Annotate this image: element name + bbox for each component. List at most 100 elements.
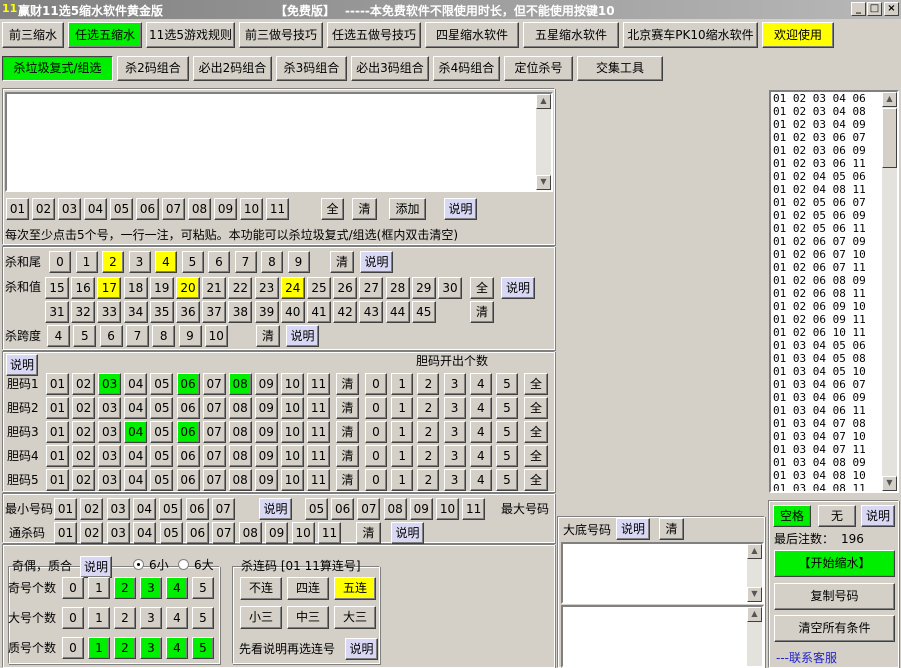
dan3-count-3[interactable]: 3 [443,421,466,443]
kill-sum-18[interactable]: 18 [123,277,148,299]
sub-tab-7[interactable]: 交集工具 [577,56,663,81]
kill-sum-43[interactable]: 43 [359,301,384,323]
parity0-count-4[interactable]: 4 [166,577,188,599]
dan2-all-button[interactable]: 全 [524,397,548,419]
kill-tail-8[interactable]: 8 [261,251,283,273]
kill-sum-19[interactable]: 19 [149,277,174,299]
scroll-up-icon[interactable]: ▲ [536,94,551,109]
kill-sum-22[interactable]: 22 [228,277,253,299]
dan1-num-02[interactable]: 02 [72,373,96,395]
tong-sha-09[interactable]: 09 [265,522,289,544]
result-item[interactable]: 01 03 04 08 09 [771,456,881,469]
kill-span-4[interactable]: 4 [47,325,70,347]
big-base-explain-button[interactable]: 说明 [616,518,650,540]
result-item[interactable]: 01 02 03 06 07 [771,131,881,144]
result-item[interactable]: 01 02 06 07 11 [771,261,881,274]
dan5-num-08[interactable]: 08 [228,469,252,491]
kill-sum-15[interactable]: 15 [45,277,69,299]
max-code-05[interactable]: 05 [305,498,328,520]
min-code-02[interactable]: 02 [80,498,104,520]
result-item[interactable]: 01 02 04 05 06 [771,170,881,183]
kill-tail-0[interactable]: 0 [49,251,71,273]
dan3-count-5[interactable]: 5 [496,421,518,443]
result-item[interactable]: 01 02 03 04 06 [771,92,881,105]
parity0-count-0[interactable]: 0 [62,577,84,599]
dan3-num-07[interactable]: 07 [202,421,226,443]
kill-tail-4[interactable]: 4 [155,251,177,273]
input-num-04[interactable]: 04 [84,198,107,220]
dan3-num-02[interactable]: 02 [72,421,96,443]
parity2-count-2[interactable]: 2 [114,637,136,659]
dan3-clear-button[interactable]: 清 [336,421,359,443]
max-code-10[interactable]: 10 [436,498,459,520]
result-item[interactable]: 01 02 03 04 08 [771,105,881,118]
kill-sum-33[interactable]: 33 [97,301,122,323]
result-item[interactable]: 01 03 04 07 10 [771,430,881,443]
min-code-04[interactable]: 04 [132,498,156,520]
panel-explain-button[interactable]: 说明 [861,505,895,527]
min-code-explain-button[interactable]: 说明 [259,498,292,520]
parity1-count-3[interactable]: 3 [140,607,162,629]
dan2-clear-button[interactable]: 清 [336,397,359,419]
kill-sum-30[interactable]: 30 [438,277,462,299]
result-item[interactable]: 01 03 04 08 10 [771,469,881,482]
result-item[interactable]: 01 03 04 06 11 [771,404,881,417]
min-code-03[interactable]: 03 [106,498,130,520]
tong-sha-10[interactable]: 10 [291,522,315,544]
kill-tail-7[interactable]: 7 [234,251,257,273]
dan1-count-2[interactable]: 2 [417,373,440,395]
consecutive-0-1[interactable]: 四连 [287,577,329,600]
tong-sha-06[interactable]: 06 [186,522,209,544]
consecutive-1-2[interactable]: 大三 [334,606,376,629]
dan4-count-2[interactable]: 2 [417,445,440,467]
parity0-count-1[interactable]: 1 [88,577,110,599]
dan3-num-06[interactable]: 06 [176,421,200,443]
result-item[interactable]: 01 02 04 08 11 [771,183,881,196]
big-base-input-1[interactable]: ▲ ▼ [561,542,764,604]
result-item[interactable]: 01 03 04 05 10 [771,365,881,378]
kill-sum-21[interactable]: 21 [202,277,227,299]
kill-tail-5[interactable]: 5 [181,251,204,273]
contact-link[interactable]: ---联系客服 [776,651,837,665]
dan3-num-09[interactable]: 09 [254,421,278,443]
scroll-up-icon[interactable]: ▲ [882,92,897,107]
parity2-count-5[interactable]: 5 [192,637,214,659]
main-tab-4[interactable]: 任选五做号技巧 [327,22,421,48]
kill-sum-23[interactable]: 23 [254,277,279,299]
kill-sum-38[interactable]: 38 [228,301,253,323]
result-item[interactable]: 01 03 04 08 11 [771,482,881,491]
result-item[interactable]: 01 03 04 05 08 [771,352,881,365]
dan5-num-03[interactable]: 03 [98,469,122,491]
dan4-count-0[interactable]: 0 [365,445,387,467]
dan4-num-11[interactable]: 11 [307,445,330,467]
kill-sum-42[interactable]: 42 [333,301,358,323]
dan2-count-4[interactable]: 4 [469,397,492,419]
result-item[interactable]: 01 03 04 07 11 [771,443,881,456]
tong-sha-02[interactable]: 02 [80,522,104,544]
min-code-06[interactable]: 06 [185,498,209,520]
radio-big-6[interactable] [178,559,189,570]
scroll-down-icon[interactable]: ▼ [536,175,551,190]
input-num-07[interactable]: 07 [162,198,185,220]
main-tab-6[interactable]: 五星缩水软件 [523,22,619,48]
consecutive-0-0[interactable]: 不连 [240,577,282,600]
input-clear-button[interactable]: 清 [352,198,377,220]
input-num-06[interactable]: 06 [136,198,159,220]
dan2-num-05[interactable]: 05 [150,397,174,419]
dan1-num-09[interactable]: 09 [254,373,278,395]
scroll-thumb[interactable] [882,108,897,168]
result-item[interactable]: 01 03 04 07 08 [771,417,881,430]
dan1-num-11[interactable]: 11 [307,373,330,395]
result-item[interactable]: 01 02 05 06 09 [771,209,881,222]
kill-tail-3[interactable]: 3 [128,251,151,273]
result-item[interactable]: 01 02 06 07 09 [771,235,881,248]
kill-sum-35[interactable]: 35 [149,301,174,323]
min-code-01[interactable]: 01 [54,498,77,520]
input-num-08[interactable]: 08 [188,198,211,220]
tong-sha-08[interactable]: 08 [238,522,262,544]
dan1-num-06[interactable]: 06 [176,373,200,395]
copy-numbers-button[interactable]: 复制号码 [774,583,895,610]
dan5-num-07[interactable]: 07 [202,469,226,491]
dan1-num-04[interactable]: 04 [124,373,148,395]
kill-sum-34[interactable]: 34 [123,301,148,323]
